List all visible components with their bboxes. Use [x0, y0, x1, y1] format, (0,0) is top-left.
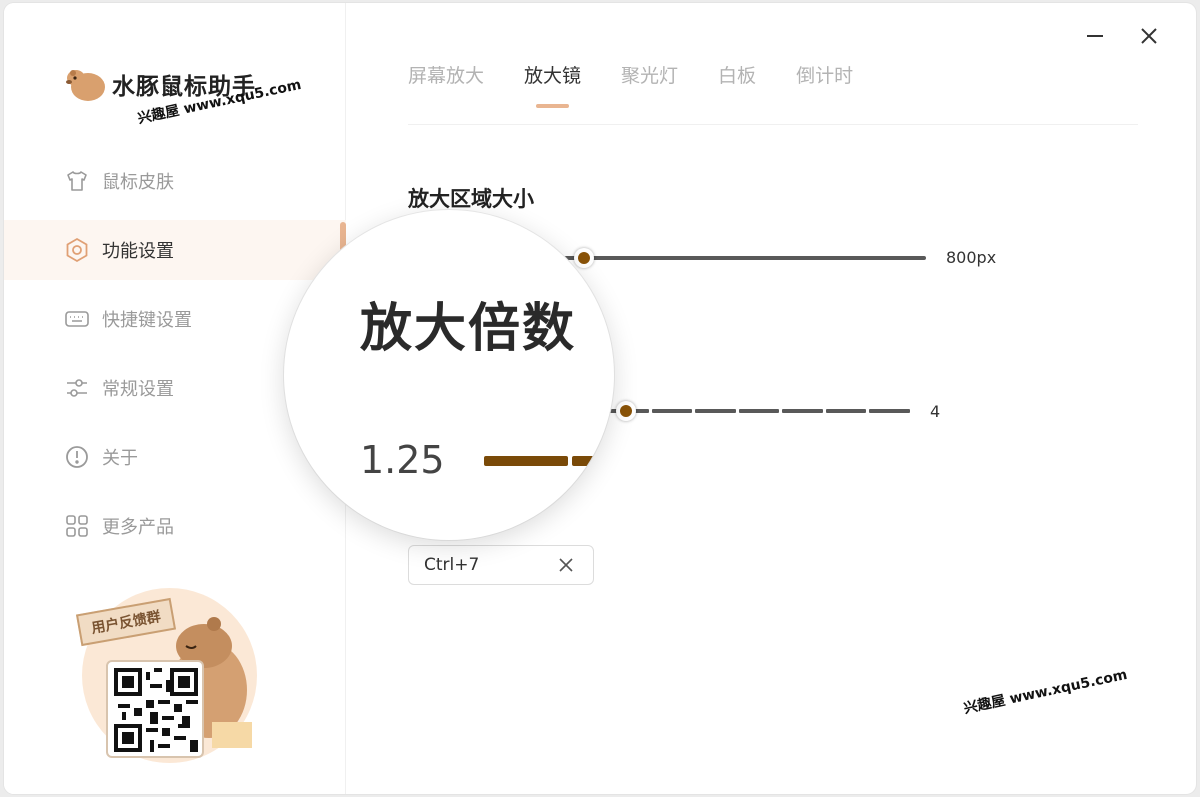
capybara-logo-icon [66, 70, 105, 101]
tab-screen-zoom[interactable]: 屏幕放大 [408, 61, 484, 99]
hotkey-field[interactable]: Ctrl+7 [408, 545, 594, 585]
zoom-factor-slider[interactable] [608, 401, 911, 421]
grid-icon [64, 513, 90, 539]
sidebar-item-label: 常规设置 [102, 379, 174, 400]
tab-whiteboard[interactable]: 白板 [718, 61, 756, 99]
minimize-icon [1087, 35, 1103, 37]
sidebar-item-label: 功能设置 [102, 241, 174, 262]
sidebar-item-label: 快捷键设置 [102, 310, 192, 331]
sliders-icon [64, 375, 90, 401]
zoom-area-slider[interactable] [564, 248, 926, 268]
hotkey-value: Ctrl+7 [424, 555, 480, 575]
tshirt-icon [64, 168, 90, 194]
zoom-factor-track-magnified [484, 456, 614, 466]
sidebar-item-label: 鼠标皮肤 [102, 172, 174, 193]
close-button[interactable] [1134, 21, 1164, 51]
tab-spotlight[interactable]: 聚光灯 [621, 61, 678, 99]
sidebar-item-label: 更多产品 [102, 517, 174, 538]
sidebar-item-mouse-skin[interactable]: 鼠标皮肤 [4, 151, 346, 211]
watermark: 兴趣屋 www.xqu5.com [962, 666, 1129, 718]
tab-magnifier[interactable]: 放大镜 [524, 61, 581, 108]
zoom-factor-max: 4 [930, 402, 941, 421]
sidebar-item-more-products[interactable]: 更多产品 [4, 496, 346, 556]
tab-countdown[interactable]: 倒计时 [796, 61, 853, 99]
feedback-group-promo[interactable]: 用户反馈群 [72, 588, 262, 763]
clear-hotkey-icon[interactable] [557, 556, 575, 574]
minimize-button[interactable] [1080, 21, 1110, 51]
zoom-area-value: 800px [946, 248, 997, 267]
feature-tabs: 屏幕放大 放大镜 聚光灯 白板 倒计时 [408, 61, 1138, 125]
qr-code-image [106, 660, 204, 758]
zoom-factor-value: 1.25 [360, 438, 445, 482]
keyboard-icon [64, 306, 90, 332]
close-icon [1141, 28, 1157, 44]
slider-thumb[interactable] [574, 248, 594, 268]
magnifier-lens: 放大倍数 1.25 [284, 210, 614, 540]
app-window: 水豚鼠标助手 兴趣屋 www.xqu5.com 鼠标皮肤 功能设置 快捷键设置 … [4, 3, 1196, 794]
slider-thumb[interactable] [616, 401, 636, 421]
sidebar-item-feature-settings[interactable]: 功能设置 [4, 220, 346, 280]
info-circle-icon [64, 444, 90, 470]
slider-track [564, 256, 926, 260]
slider-track-segmented [608, 409, 911, 413]
zoom-factor-title: 放大倍数 [360, 299, 577, 359]
zoom-area-title: 放大区域大小 [408, 187, 534, 211]
sidebar-item-label: 关于 [102, 448, 138, 469]
hexagon-gear-icon [64, 237, 90, 263]
sidebar-item-about[interactable]: 关于 [4, 427, 346, 487]
